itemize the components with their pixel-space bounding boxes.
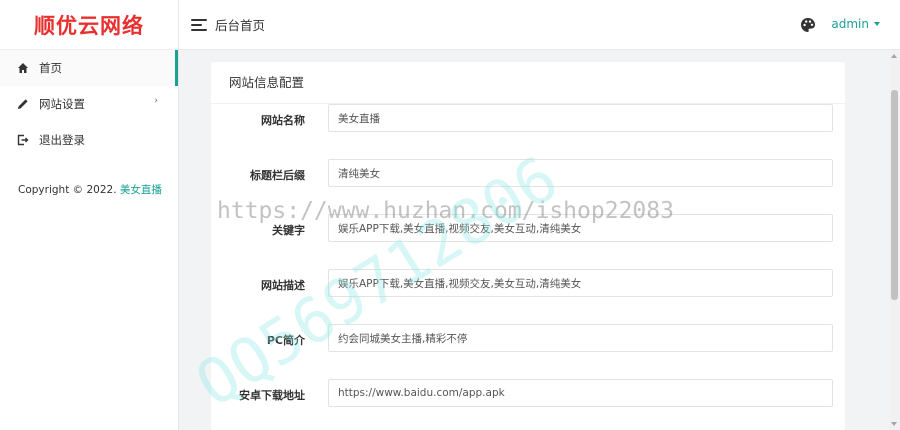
- android-url-input[interactable]: [328, 379, 833, 407]
- palette-icon[interactable]: [800, 17, 816, 33]
- chevron-right-icon: ›: [154, 96, 158, 106]
- sidebar-item-label: 退出登录: [39, 133, 85, 147]
- sidebar-item-site-settings[interactable]: 网站设置 ›: [0, 86, 178, 122]
- android-url-label: 安卓下载地址: [239, 389, 305, 402]
- form-row-android-url: 安卓下载地址: [211, 379, 845, 430]
- form-row-title-suffix: 标题栏后缀: [211, 159, 845, 214]
- top-header: 后台首页 admin: [179, 0, 900, 50]
- copyright: Copyright © 2022. 美女直播: [0, 158, 178, 197]
- user-name: admin: [831, 17, 869, 31]
- home-icon: [17, 62, 29, 74]
- sidebar-item-label: 首页: [39, 61, 62, 75]
- card-title: 网站信息配置: [211, 62, 845, 104]
- caret-down-icon: [874, 22, 880, 26]
- menu-toggle-icon[interactable]: [191, 18, 207, 31]
- form-row-pc-intro: PC简介: [211, 324, 845, 379]
- page-title: 后台首页: [215, 18, 266, 33]
- sidebar: 顺优云网络 首页 网站设置 › 退出登录 Copyright © 2022. 美…: [0, 0, 179, 430]
- keywords-input[interactable]: [328, 214, 833, 242]
- scrollbar-thumb[interactable]: [891, 90, 898, 300]
- sidebar-item-home[interactable]: 首页: [0, 50, 178, 86]
- page-scrollbar[interactable]: [889, 50, 900, 430]
- site-name-input[interactable]: [328, 104, 833, 132]
- site-name-label: 网站名称: [261, 114, 305, 127]
- site-config-card: 网站信息配置 网站名称 标题栏后缀 关键字 网站描述 PC简介 安卓下载地址: [211, 62, 845, 430]
- description-label: 网站描述: [261, 279, 305, 292]
- copyright-brand-link[interactable]: 美女直播: [120, 184, 162, 196]
- logout-icon: [17, 134, 29, 146]
- form-row-description: 网站描述: [211, 269, 845, 324]
- pencil-icon: [17, 98, 29, 110]
- pc-intro-input[interactable]: [328, 324, 833, 352]
- sidebar-nav: 首页 网站设置 › 退出登录: [0, 50, 178, 158]
- keywords-label: 关键字: [272, 224, 305, 237]
- title-suffix-label: 标题栏后缀: [250, 169, 305, 182]
- form-row-keywords: 关键字: [211, 214, 845, 269]
- form-row-site-name: 网站名称: [211, 104, 845, 159]
- description-input[interactable]: [328, 269, 833, 297]
- scroll-up-arrow-icon[interactable]: [891, 54, 897, 58]
- pc-intro-label: PC简介: [266, 334, 305, 347]
- title-suffix-input[interactable]: [328, 159, 833, 187]
- scroll-down-arrow-icon[interactable]: [891, 422, 897, 426]
- sidebar-item-logout[interactable]: 退出登录: [0, 122, 178, 158]
- user-menu[interactable]: admin: [831, 17, 880, 31]
- site-logo[interactable]: 顺优云网络: [0, 0, 178, 50]
- sidebar-item-label: 网站设置: [39, 97, 85, 111]
- copyright-text: Copyright © 2022.: [18, 184, 120, 196]
